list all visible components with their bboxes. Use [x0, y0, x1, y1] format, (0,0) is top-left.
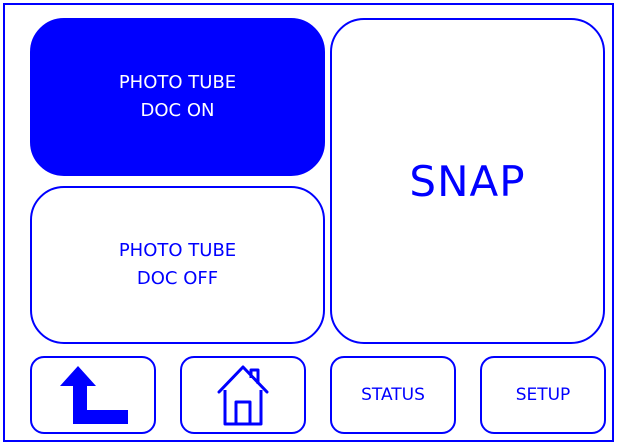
- photo-tube-doc-on-label-line1: PHOTO TUBE: [118, 72, 237, 93]
- photo-tube-doc-off-label-line1: PHOTO TUBE: [118, 240, 237, 261]
- home-button[interactable]: [180, 356, 306, 434]
- back-arrow-icon: [53, 362, 133, 428]
- status-button[interactable]: STATUS: [330, 356, 456, 434]
- setup-button[interactable]: SETUP: [480, 356, 606, 434]
- photo-tube-doc-off-label-line2: DOC OFF: [136, 268, 219, 289]
- setup-label: SETUP: [515, 385, 571, 405]
- photo-tube-doc-on-label-line2: DOC ON: [140, 100, 215, 121]
- photo-tube-doc-off-button[interactable]: PHOTO TUBE DOC OFF: [30, 186, 325, 344]
- snap-button[interactable]: SNAP: [330, 18, 605, 344]
- status-label: STATUS: [361, 385, 425, 405]
- home-icon: [214, 362, 272, 428]
- back-button[interactable]: [30, 356, 156, 434]
- photo-tube-doc-on-button[interactable]: PHOTO TUBE DOC ON: [30, 18, 325, 176]
- snap-label: SNAP: [409, 156, 526, 206]
